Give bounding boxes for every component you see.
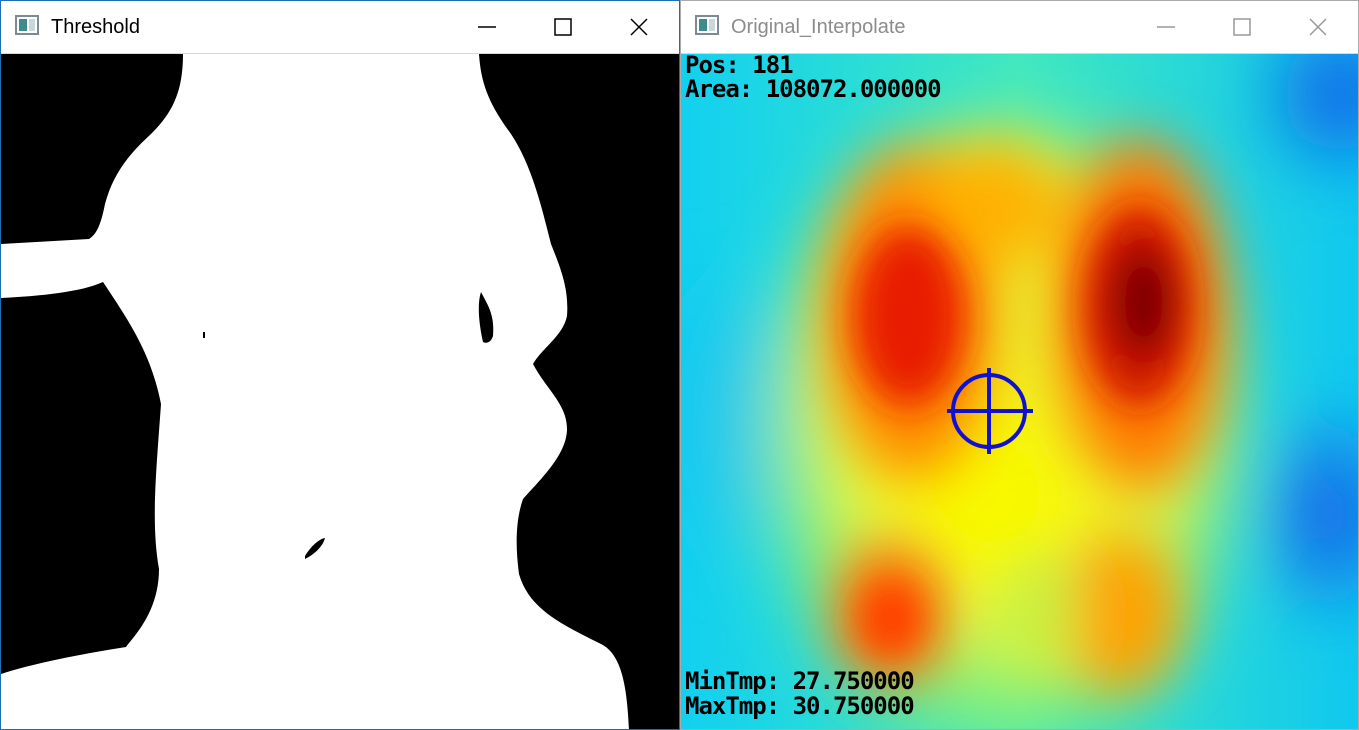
minimize-icon [478, 26, 496, 28]
threshold-window-title: Threshold [51, 16, 140, 38]
min-temp-readout: MinTmp: 27.750000 [685, 667, 915, 695]
maximize-button[interactable] [1204, 1, 1280, 53]
minimize-button[interactable] [449, 1, 525, 53]
maximize-icon [1233, 18, 1251, 36]
close-icon [1309, 18, 1327, 36]
interpolate-window-title: Original_Interpolate [731, 16, 906, 38]
thermal-heatmap: Pos: 181 Area: 108072.000000 MinTmp: 27.… [681, 54, 1358, 729]
max-temp-readout: MaxTmp: 30.750000 [685, 692, 915, 720]
threshold-window: Threshold [0, 0, 680, 730]
maximize-icon [554, 18, 572, 36]
app-window-icon [15, 15, 39, 35]
pos-readout: Pos: 181 [685, 54, 794, 79]
app-window-icon [695, 15, 719, 35]
threshold-image [1, 54, 679, 729]
minimize-icon [1157, 26, 1175, 28]
threshold-mask [1, 54, 679, 729]
area-readout: Area: 108072.000000 [685, 75, 942, 103]
maximize-button[interactable] [525, 1, 601, 53]
close-icon [630, 18, 648, 36]
close-button[interactable] [601, 1, 677, 53]
heatmap-image [681, 54, 1358, 729]
close-button[interactable] [1280, 1, 1356, 53]
minimize-button[interactable] [1128, 1, 1204, 53]
threshold-titlebar[interactable]: Threshold [1, 1, 679, 54]
interpolate-window: Original_Interpolate Pos: 181 Area: 1080… [680, 0, 1359, 730]
interpolate-titlebar[interactable]: Original_Interpolate [681, 1, 1358, 54]
